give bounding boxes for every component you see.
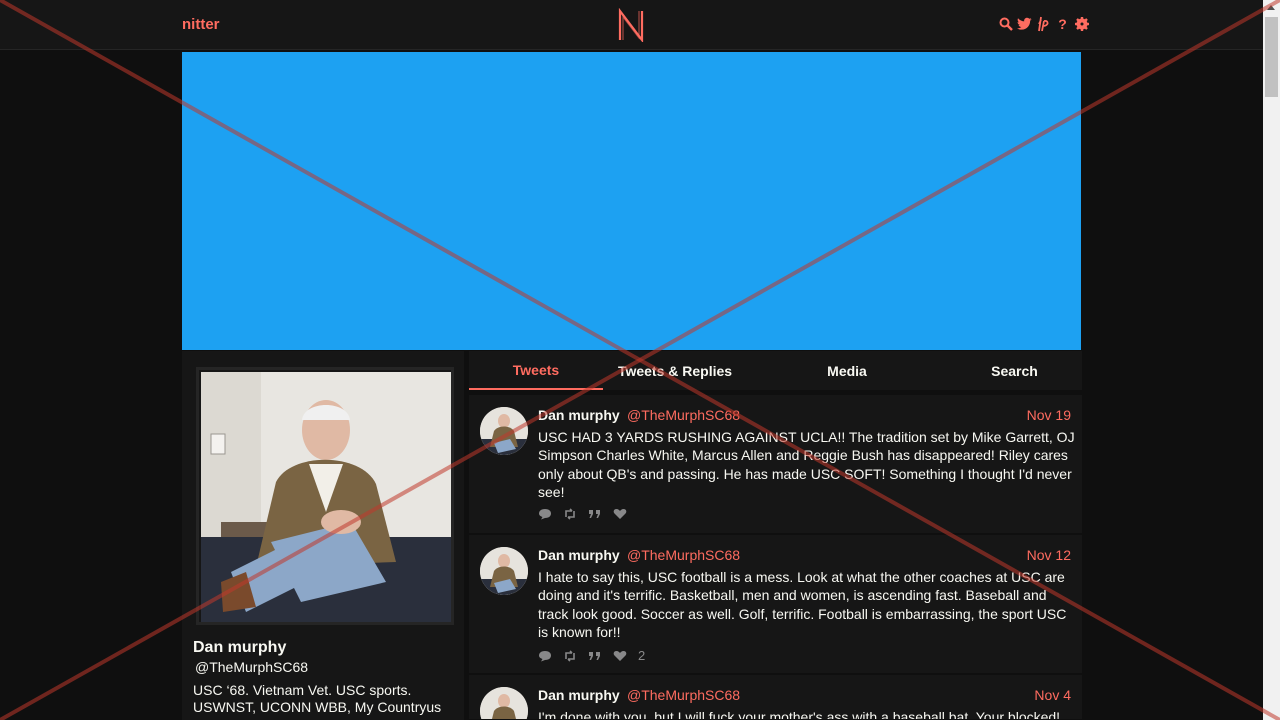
tweet-author-handle[interactable]: @TheMurphSC68 xyxy=(627,547,740,563)
profile-banner[interactable] xyxy=(181,51,1082,351)
scroll-up-arrow-icon[interactable] xyxy=(1267,5,1275,10)
like-icon[interactable] xyxy=(613,508,627,520)
tweet-date[interactable]: Nov 12 xyxy=(1027,547,1071,563)
tab-tweets-replies[interactable]: Tweets & Replies xyxy=(603,351,747,390)
profile-card: Dan murphy @TheMurphSC68 USC ‘68. Vietna… xyxy=(182,351,464,720)
profile-handle[interactable]: @TheMurphSC68 xyxy=(195,659,308,675)
retweet-icon[interactable] xyxy=(563,508,577,520)
tweet-avatar[interactable] xyxy=(480,407,528,455)
scrollbar-thumb[interactable] xyxy=(1265,17,1278,97)
gear-icon[interactable] xyxy=(1074,16,1089,32)
nav-icons: ? xyxy=(998,16,1089,32)
timeline-tabs: Tweets Tweets & Replies Media Search xyxy=(469,351,1082,390)
tweet-date[interactable]: Nov 4 xyxy=(1034,687,1071,703)
tweet-stats: 2 xyxy=(538,648,645,663)
tweet-date[interactable]: Nov 19 xyxy=(1027,407,1071,423)
quote-icon[interactable] xyxy=(588,650,602,662)
lp-icon[interactable] xyxy=(1036,16,1051,32)
help-icon[interactable]: ? xyxy=(1055,16,1070,32)
nitter-logo-icon[interactable] xyxy=(617,8,645,42)
quote-icon[interactable] xyxy=(588,508,602,520)
tweet-author-handle[interactable]: @TheMurphSC68 xyxy=(627,407,740,423)
tweet-item[interactable]: Dan murphy @TheMurphSC68 Nov 4 I'm done … xyxy=(469,675,1082,720)
tweet-author-name[interactable]: Dan murphy xyxy=(538,407,620,423)
like-count: 2 xyxy=(638,648,646,663)
profile-avatar[interactable] xyxy=(196,367,454,625)
tweet-text: I'm done with you, but I will fuck your … xyxy=(538,709,1061,720)
tweet-author-name[interactable]: Dan murphy xyxy=(538,687,620,703)
tab-media[interactable]: Media xyxy=(747,351,947,390)
profile-bio: USC ‘68. Vietnam Vet. USC sports. USWNST… xyxy=(193,682,442,715)
reply-icon[interactable] xyxy=(538,650,552,662)
tweet-avatar[interactable] xyxy=(480,687,528,719)
tweet-author-handle[interactable]: @TheMurphSC68 xyxy=(627,687,740,703)
profile-name[interactable]: Dan murphy xyxy=(193,639,286,657)
search-icon[interactable] xyxy=(998,16,1013,32)
navbar: nitter ? xyxy=(0,0,1263,50)
tweet-item[interactable]: Dan murphy @TheMurphSC68 Nov 19 USC HAD … xyxy=(469,395,1082,534)
tab-tweets[interactable]: Tweets xyxy=(469,351,603,390)
like-icon[interactable] xyxy=(613,650,627,662)
retweet-icon[interactable] xyxy=(563,649,577,662)
tweet-text: USC HAD 3 YARDS RUSHING AGAINST UCLA!! T… xyxy=(538,429,1075,500)
twitter-icon[interactable] xyxy=(1017,16,1032,32)
tweet-author-name[interactable]: Dan murphy xyxy=(538,547,620,563)
reply-icon[interactable] xyxy=(538,508,552,520)
tweet-avatar[interactable] xyxy=(480,547,528,595)
page-scrollbar[interactable] xyxy=(1263,0,1280,720)
timeline: Tweets Tweets & Replies Media Search Dan… xyxy=(469,351,1082,720)
tweet-item[interactable]: Dan murphy @TheMurphSC68 Nov 12 I hate t… xyxy=(469,535,1082,674)
tab-search[interactable]: Search xyxy=(947,351,1082,390)
profile-photo xyxy=(201,372,451,622)
tweet-text: I hate to say this, USC football is a me… xyxy=(538,569,1067,640)
tweet-stats xyxy=(538,508,638,520)
brand-link[interactable]: nitter xyxy=(182,16,220,33)
